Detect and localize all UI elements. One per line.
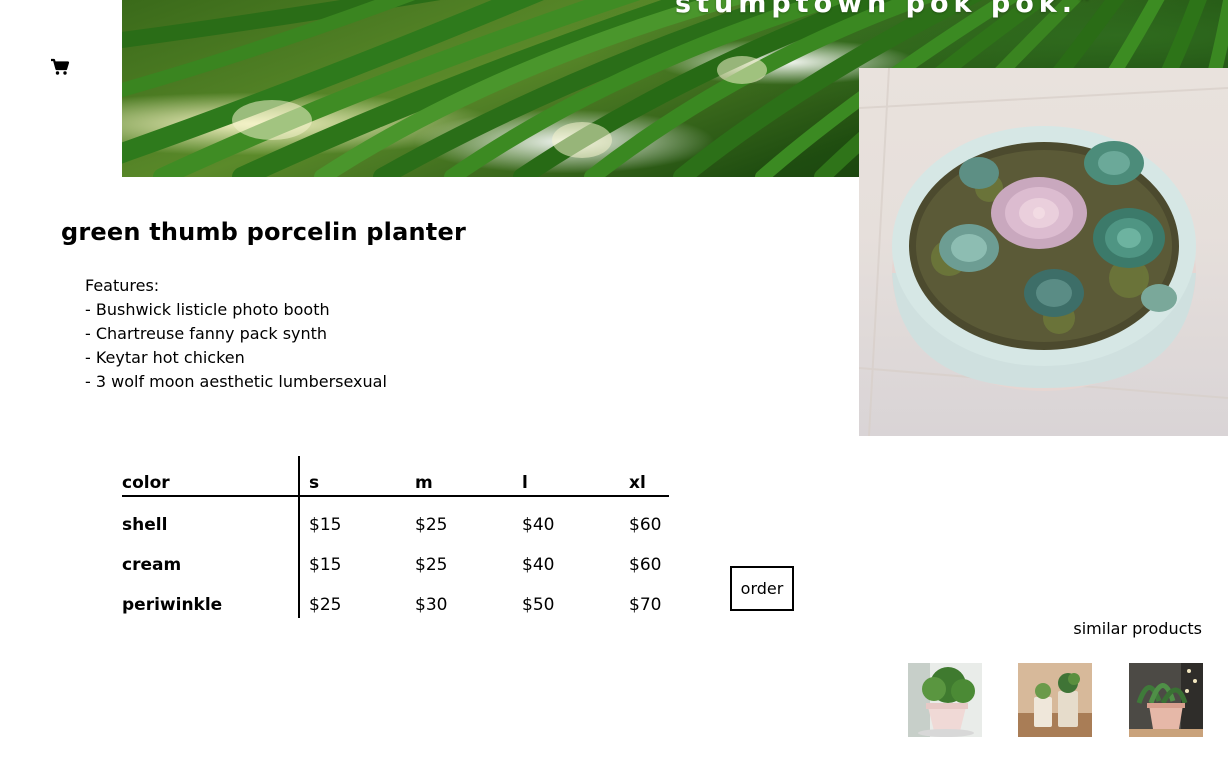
table-cell-price: $15	[309, 555, 342, 575]
table-header-size: s	[309, 473, 320, 493]
table-divider-vertical	[298, 456, 300, 618]
product-title: green thumb porcelin planter	[61, 218, 466, 246]
table-row-color: cream	[122, 555, 182, 575]
similar-product-thumbnail[interactable]	[1018, 663, 1092, 737]
table-cell-price: $30	[415, 595, 448, 615]
table-cell-price: $25	[309, 595, 342, 615]
feature-item: - Bushwick listicle photo booth	[85, 300, 330, 319]
features-list: Features: - Bushwick listicle photo boot…	[85, 274, 387, 394]
table-cell-price: $50	[522, 595, 555, 615]
table-cell-price: $40	[522, 515, 555, 535]
order-button[interactable]: order	[730, 566, 794, 611]
table-divider-horizontal	[122, 495, 669, 497]
table-header-size: xl	[629, 473, 646, 493]
table-row-color: shell	[122, 515, 168, 535]
table-cell-price: $70	[629, 595, 662, 615]
similar-product-thumbnail[interactable]	[908, 663, 982, 737]
feature-item: - Chartreuse fanny pack synth	[85, 324, 328, 343]
table-header-size: l	[522, 473, 528, 493]
shopping-cart-icon[interactable]	[50, 57, 70, 77]
similar-product-thumbnail[interactable]	[1129, 663, 1203, 737]
similar-products-label: similar products	[1073, 619, 1202, 638]
table-cell-price: $40	[522, 555, 555, 575]
table-cell-price: $15	[309, 515, 342, 535]
features-heading: Features:	[85, 276, 160, 295]
table-cell-price: $60	[629, 555, 662, 575]
table-cell-price: $25	[415, 555, 448, 575]
feature-item: - 3 wolf moon aesthetic lumbersexual	[85, 372, 387, 391]
table-row-color: periwinkle	[122, 595, 223, 615]
table-cell-price: $25	[415, 515, 448, 535]
table-cell-price: $60	[629, 515, 662, 535]
table-header-color: color	[122, 473, 170, 493]
pricing-table: color s m l xl shell $15 $25 $40 $60 cre…	[122, 456, 669, 618]
hero-quote: stumptown pok pok."	[675, 0, 1097, 19]
product-photo	[859, 68, 1228, 436]
feature-item: - Keytar hot chicken	[85, 348, 245, 367]
table-header-size: m	[415, 473, 433, 493]
